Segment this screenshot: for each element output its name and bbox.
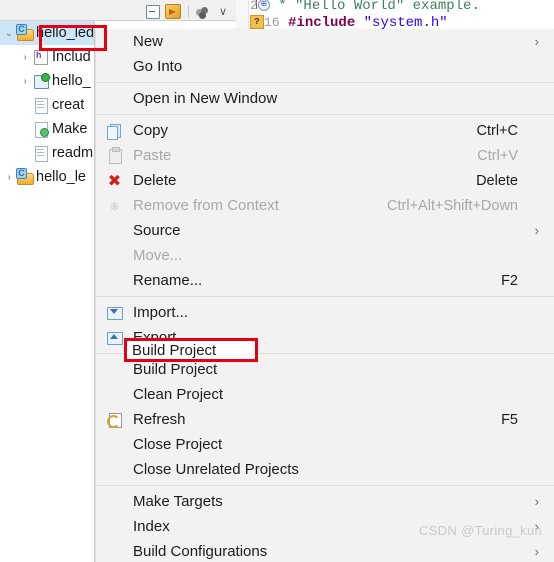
toolbar-icon-group: ∨ xyxy=(146,2,230,19)
menu-item-delete[interactable]: ✖ Delete Delete xyxy=(96,168,554,193)
app-root: ∨ ⌄ hello_led › Includ › hello_ creat Ma… xyxy=(0,0,554,562)
submenu-arrow-icon: › xyxy=(534,494,539,509)
line-number: 2 xyxy=(250,0,258,13)
menu-item-copy[interactable]: Copy Ctrl+C xyxy=(96,118,554,143)
tree-item-label: hello_ xyxy=(52,73,91,89)
remove-from-context-icon: ⎈ xyxy=(109,198,120,213)
menu-item-make-targets[interactable]: Make Targets › xyxy=(96,489,554,514)
menu-separator xyxy=(96,485,554,486)
csdn-watermark: CSDN @Turing_kun xyxy=(419,523,542,538)
paste-icon xyxy=(106,147,123,164)
tree-item-includes[interactable]: › Includ xyxy=(0,45,94,69)
source-folder-icon xyxy=(32,72,50,90)
menu-item-label: Close Unrelated Projects xyxy=(133,461,299,478)
tree-item-label: Make xyxy=(52,121,88,137)
menu-item-accelerator: Ctrl+V xyxy=(477,147,518,164)
project-explorer-toolbar: ∨ xyxy=(0,0,236,21)
menu-separator xyxy=(96,296,554,297)
submenu-arrow-icon: › xyxy=(534,223,539,238)
menu-item-label: Build Project xyxy=(133,361,218,378)
export-icon xyxy=(106,329,123,346)
menu-item-label: Rename... xyxy=(133,272,203,289)
includes-icon xyxy=(32,48,50,66)
refresh-icon xyxy=(106,411,123,428)
menu-item-accelerator: Ctrl+Alt+Shift+Down xyxy=(387,197,518,214)
menu-item-label: Clean Project xyxy=(133,386,224,403)
menu-item-label: Source xyxy=(133,222,181,239)
delete-icon: ✖ xyxy=(107,171,122,190)
twisty-collapsed-icon[interactable]: › xyxy=(18,52,32,63)
twisty-collapsed-icon[interactable]: › xyxy=(2,172,16,183)
project-context-menu[interactable]: New › Go Into Open in New Window Copy Ct… xyxy=(95,29,554,562)
menu-item-build-project[interactable]: Build Project xyxy=(96,357,554,382)
menu-item-label: Make Targets xyxy=(133,493,223,510)
tree-item-label: hello_led xyxy=(36,25,94,41)
submenu-arrow-icon: › xyxy=(534,544,539,559)
view-filters-icon[interactable] xyxy=(196,5,211,19)
menu-item-source[interactable]: Source › xyxy=(96,218,554,243)
c-project-icon xyxy=(16,168,34,186)
menu-item-close-project[interactable]: Close Project xyxy=(96,432,554,457)
tree-item-hello-src[interactable]: › hello_ xyxy=(0,69,94,93)
menu-item-import[interactable]: Import... xyxy=(96,300,554,325)
comment-text: * "Hello World" example. xyxy=(278,0,480,14)
tree-item-label: hello_le xyxy=(36,169,86,185)
menu-item-move: Move... xyxy=(96,243,554,268)
menu-item-rename[interactable]: Rename... F2 xyxy=(96,268,554,293)
menu-item-accelerator: Delete xyxy=(476,172,518,189)
menu-item-accelerator: F5 xyxy=(501,411,518,428)
submenu-arrow-icon: › xyxy=(534,34,539,49)
twisty-collapsed-icon[interactable]: › xyxy=(18,76,32,87)
tree-item-create[interactable]: creat xyxy=(0,93,94,117)
file-icon xyxy=(32,96,50,114)
tree-item-readme[interactable]: readm xyxy=(0,141,94,165)
twisty-expanded-icon[interactable]: ⌄ xyxy=(2,28,16,39)
menu-item-go-into[interactable]: Go Into xyxy=(96,54,554,79)
menu-item-paste: Paste Ctrl+V xyxy=(96,143,554,168)
tree-item-label: Includ xyxy=(52,49,91,65)
menu-item-close-unrelated-projects[interactable]: Close Unrelated Projects xyxy=(96,457,554,482)
menu-item-clean-project[interactable]: Clean Project xyxy=(96,382,554,407)
view-menu-chevron-icon[interactable]: ∨ xyxy=(216,5,230,19)
menu-item-label: Build Configurations xyxy=(133,543,268,560)
menu-item-label: Go Into xyxy=(133,58,183,75)
menu-item-label: Refresh xyxy=(133,411,186,428)
makefile-icon xyxy=(32,120,50,138)
copy-icon xyxy=(106,122,123,140)
menu-item-open-in-new-window[interactable]: Open in New Window xyxy=(96,86,554,111)
line-number: 16 xyxy=(264,15,280,30)
import-icon xyxy=(106,304,123,321)
menu-item-label: Open in New Window xyxy=(133,90,278,107)
highlight-build-project-label: Build Project xyxy=(132,342,217,359)
tree-item-label: creat xyxy=(52,97,85,113)
tree-item-project-hello-led-2[interactable]: › hello_le xyxy=(0,165,94,189)
tree-item-makefile[interactable]: Make xyxy=(0,117,94,141)
menu-separator xyxy=(96,82,554,83)
fold-marker-icon[interactable]: ⊕ xyxy=(257,0,270,12)
collapse-all-icon[interactable] xyxy=(146,4,160,19)
toolbar-divider xyxy=(188,5,189,18)
editor-line-2: 2 ⊕ * "Hello World" example. xyxy=(250,0,480,14)
menu-item-new[interactable]: New › xyxy=(96,29,554,54)
menu-item-accelerator: Ctrl+C xyxy=(476,122,519,139)
menu-separator xyxy=(96,114,554,115)
menu-item-label: New xyxy=(133,33,164,50)
menu-item-label: Move... xyxy=(133,247,183,264)
link-with-editor-icon[interactable] xyxy=(165,4,181,19)
menu-item-refresh[interactable]: Refresh F5 xyxy=(96,407,554,432)
tree-item-project-hello-led[interactable]: ⌄ hello_led xyxy=(0,21,94,45)
file-icon xyxy=(32,144,50,162)
menu-item-label: Close Project xyxy=(133,436,223,453)
tree-item-label: readm xyxy=(52,145,94,161)
project-explorer-tree[interactable]: ⌄ hello_led › Includ › hello_ creat Make… xyxy=(0,21,95,562)
menu-item-label: Import... xyxy=(133,304,189,321)
problem-marker-icon[interactable]: ? xyxy=(250,15,264,30)
menu-item-accelerator: F2 xyxy=(501,272,518,289)
c-project-icon xyxy=(16,24,34,42)
menu-item-remove-from-context: ⎈ Remove from Context Ctrl+Alt+Shift+Dow… xyxy=(96,193,554,218)
menu-item-build-configurations[interactable]: Build Configurations › xyxy=(96,539,554,562)
